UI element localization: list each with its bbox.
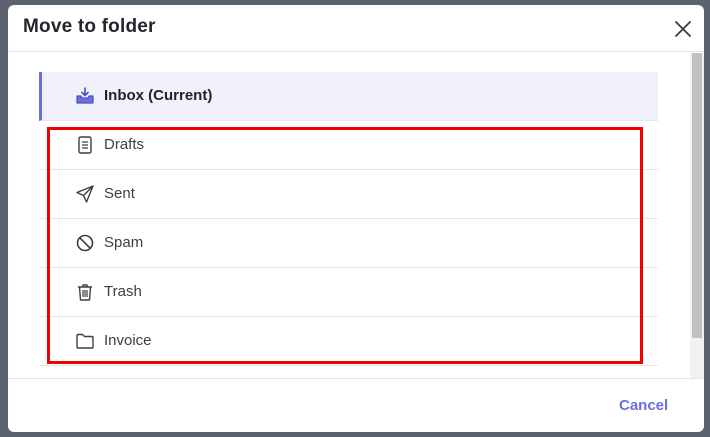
dialog-header: Move to folder xyxy=(8,5,704,52)
move-to-folder-dialog: Move to folder Inbox (Current) Drafts Se… xyxy=(8,5,704,432)
folder-label: Inbox (Current) xyxy=(104,87,213,104)
folder-item-spam[interactable]: Spam xyxy=(39,219,658,268)
cancel-button[interactable]: Cancel xyxy=(619,397,668,414)
dialog-title: Move to folder xyxy=(23,16,156,37)
folder-label: Spam xyxy=(104,234,144,251)
folder-item-drafts[interactable]: Drafts xyxy=(39,121,658,170)
folder-item-sent[interactable]: Sent xyxy=(39,170,658,219)
inbox-icon xyxy=(76,87,94,104)
close-button[interactable] xyxy=(672,18,694,40)
dialog-body: Inbox (Current) Drafts Sent Spam Trash I… xyxy=(8,53,704,378)
dialog-footer: Cancel xyxy=(8,378,704,432)
scrollbar-thumb[interactable] xyxy=(692,53,702,338)
folder-label: Drafts xyxy=(104,136,145,153)
folder-label: Trash xyxy=(104,283,142,300)
document-icon xyxy=(78,136,92,154)
folder-label: Invoice xyxy=(104,332,152,349)
block-icon xyxy=(76,234,94,252)
trash-icon xyxy=(78,284,92,301)
folder-label: Sent xyxy=(104,185,135,202)
folder-item-invoice[interactable]: Invoice xyxy=(39,317,658,366)
close-icon xyxy=(675,21,691,37)
folder-list: Inbox (Current) Drafts Sent Spam Trash I… xyxy=(39,72,658,366)
folder-item-inbox[interactable]: Inbox (Current) xyxy=(39,72,658,121)
folder-item-trash[interactable]: Trash xyxy=(39,268,658,317)
vertical-scrollbar[interactable] xyxy=(690,53,704,378)
folder-icon xyxy=(76,333,94,349)
paper-plane-icon xyxy=(76,185,94,203)
